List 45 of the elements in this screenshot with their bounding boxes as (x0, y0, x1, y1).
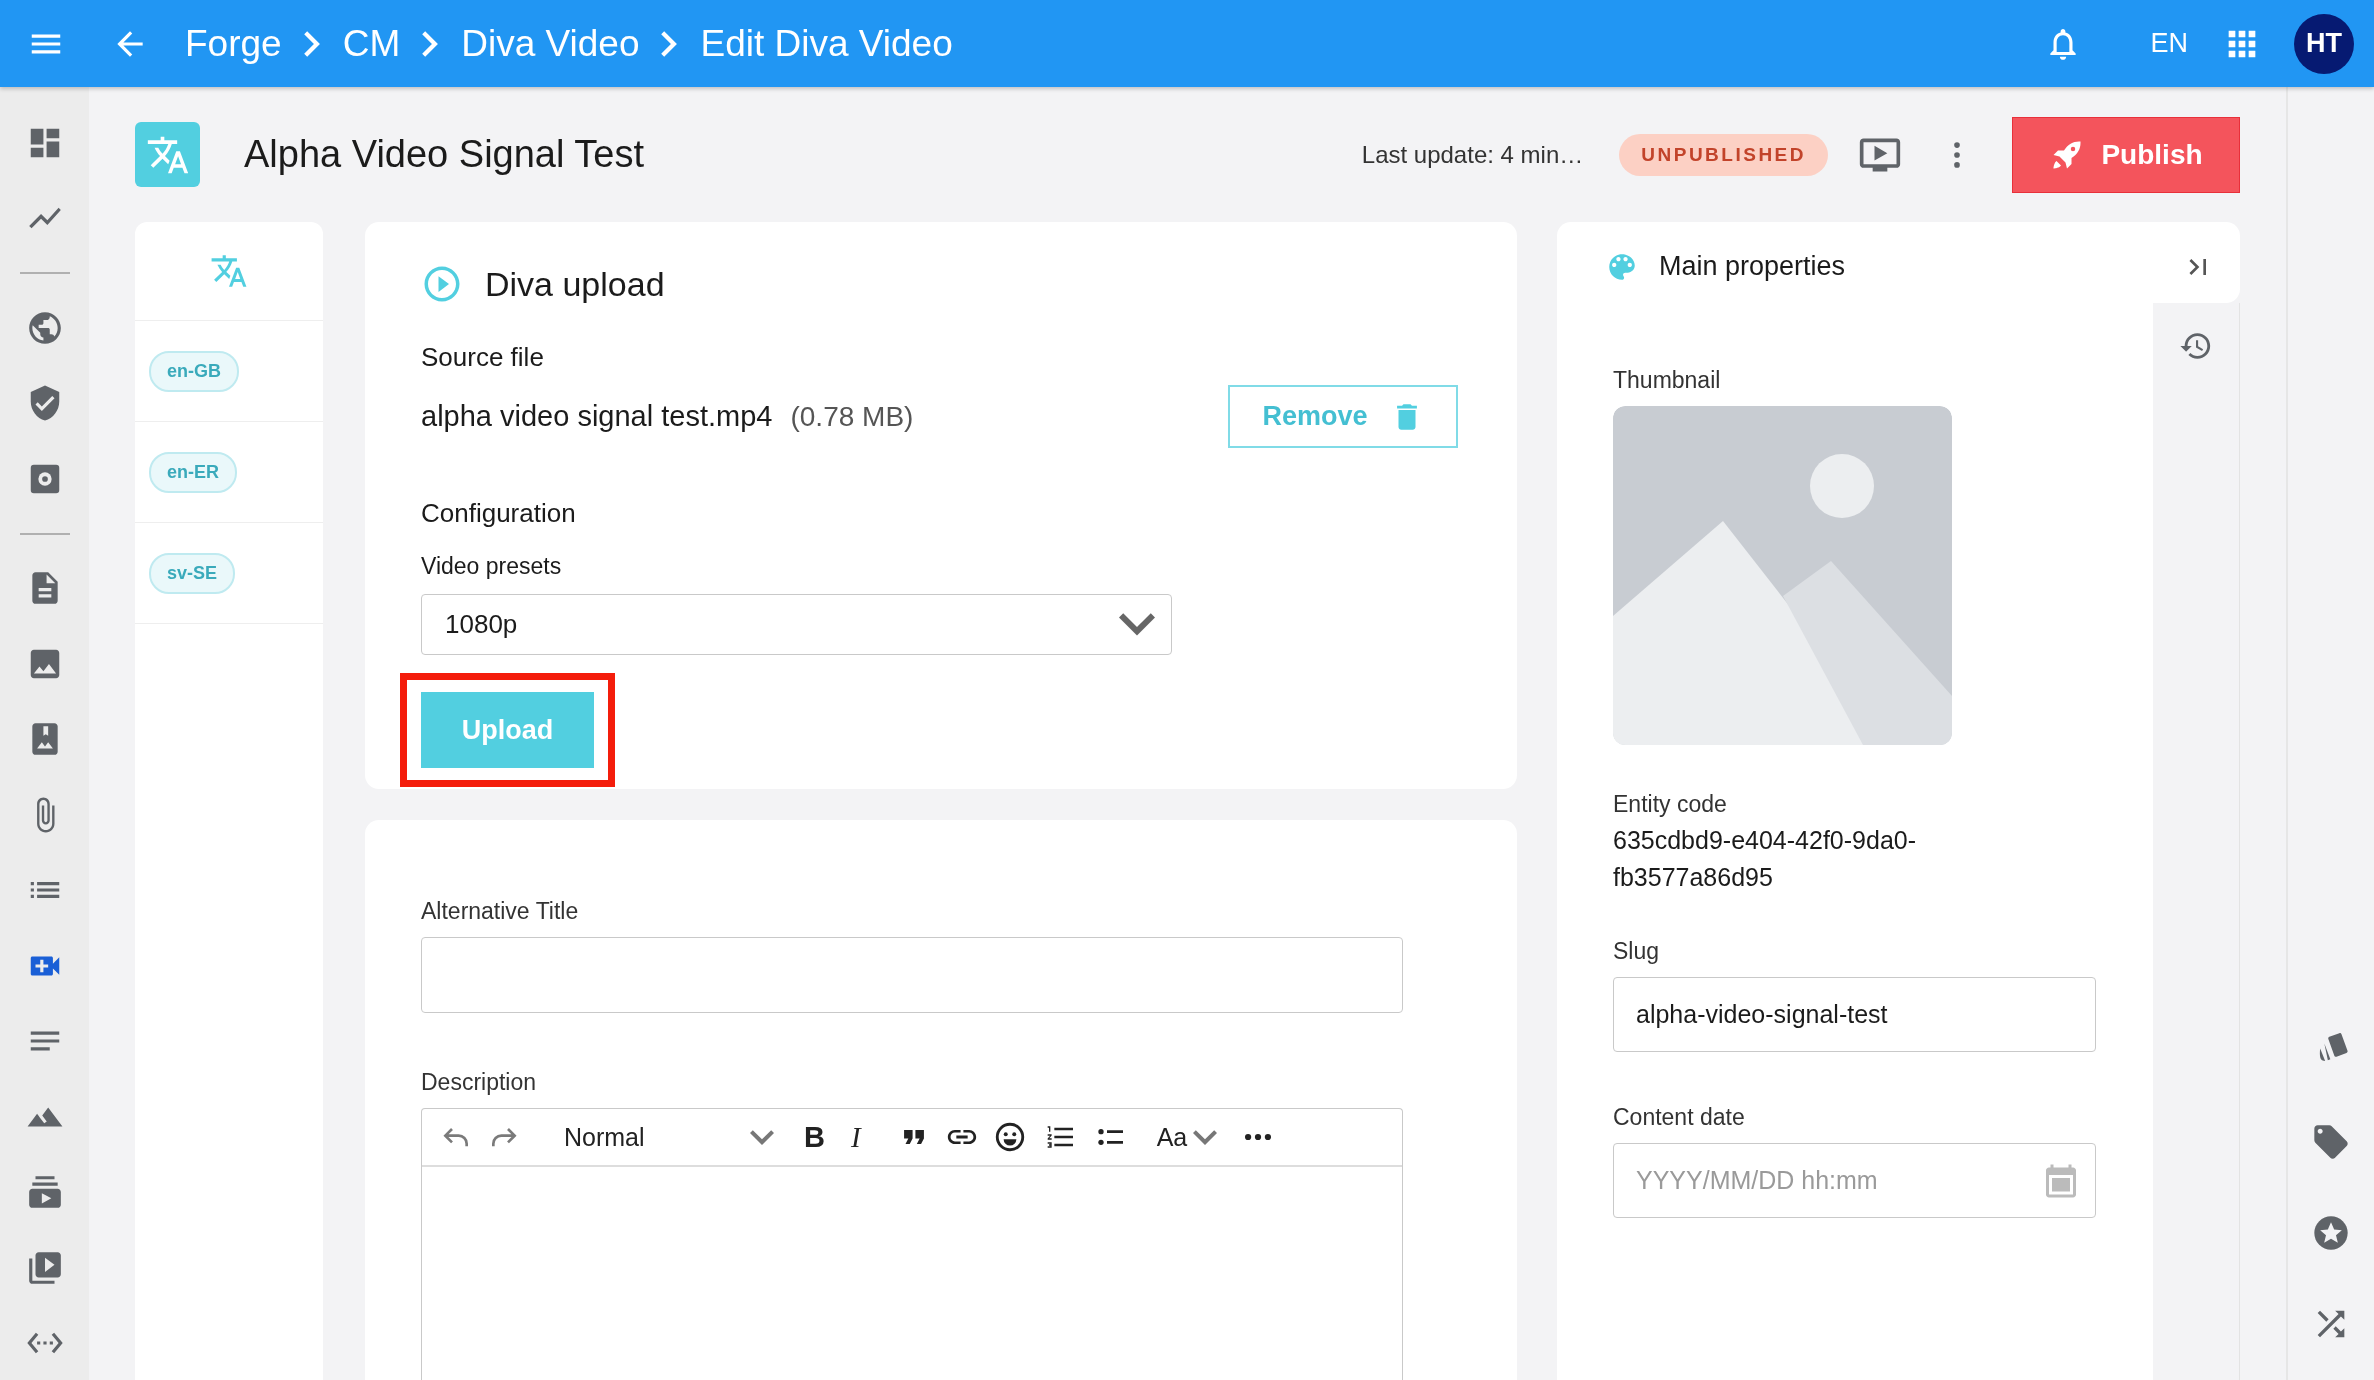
status-badge: UNPUBLISHED (1619, 133, 1828, 176)
field-label: Alternative Title (421, 898, 580, 925)
breadcrumb-link[interactable]: Forge (185, 22, 282, 65)
language-tag[interactable]: en-GB (149, 350, 239, 392)
page-title: Alpha Video Signal Test (244, 133, 644, 176)
italic-button[interactable]: I (850, 1120, 861, 1154)
section-label: Configuration (421, 498, 577, 529)
star-badge-icon[interactable] (2311, 1213, 2351, 1253)
translate-icon (210, 252, 248, 290)
alternative-title-field[interactable] (421, 937, 1403, 1013)
publish-button[interactable]: Publish (2012, 116, 2240, 193)
field-label: Video presets (421, 553, 563, 580)
upload-button[interactable]: Upload (421, 692, 594, 768)
last-update-text: Last update: 4 min… (1361, 140, 1584, 169)
thumbnail-placeholder[interactable] (1613, 406, 1952, 745)
language-tag[interactable]: en-ER (149, 451, 237, 493)
remove-button[interactable]: Remove (1228, 385, 1458, 448)
field-label: Entity code (1613, 791, 1728, 818)
language-tag[interactable]: sv-SE (149, 552, 236, 594)
preset-dropdown[interactable]: 1080p (421, 594, 1172, 655)
chevron-down-icon (1119, 613, 1155, 636)
breadcrumb-link[interactable]: Diva Video (461, 22, 640, 65)
block-style-dropdown[interactable]: Normal (564, 1122, 774, 1152)
language-selector[interactable]: EN (2150, 28, 2188, 59)
slug-field[interactable]: alpha-video-signal-test (1613, 977, 2096, 1052)
card-title: Diva upload (485, 264, 665, 304)
font-size-dropdown[interactable]: Aa (1156, 1122, 1218, 1152)
field-label: Content date (1613, 1104, 1746, 1131)
user-avatar[interactable]: HT (2294, 13, 2354, 74)
bold-button[interactable]: B (804, 1120, 825, 1154)
tag-icon[interactable] (2311, 1122, 2351, 1162)
breadcrumb-link[interactable]: Edit Diva Video (700, 22, 953, 65)
file-size: (0.78 MB) (790, 401, 914, 432)
entity-code: 635cdbd9-e404-42f0-9da0-fb3577a86d95 (1613, 825, 1917, 893)
field-label: Source file (421, 342, 545, 373)
content-date-field[interactable]: YYYY/MM/DD hh:mm (1613, 1143, 2096, 1218)
file-name: alpha video signal test.mp4 (421, 400, 773, 432)
field-label: Description (421, 1069, 538, 1096)
breadcrumb-link[interactable]: CM (342, 22, 401, 65)
caret-icon (750, 1129, 774, 1145)
field-label: Thumbnail (1613, 367, 1722, 394)
description-editor[interactable]: Normal B I Aa (421, 1108, 1403, 1380)
panel-title: Main properties (1659, 251, 1847, 282)
caret-icon (1193, 1129, 1218, 1145)
field-label: Slug (1613, 938, 1661, 965)
